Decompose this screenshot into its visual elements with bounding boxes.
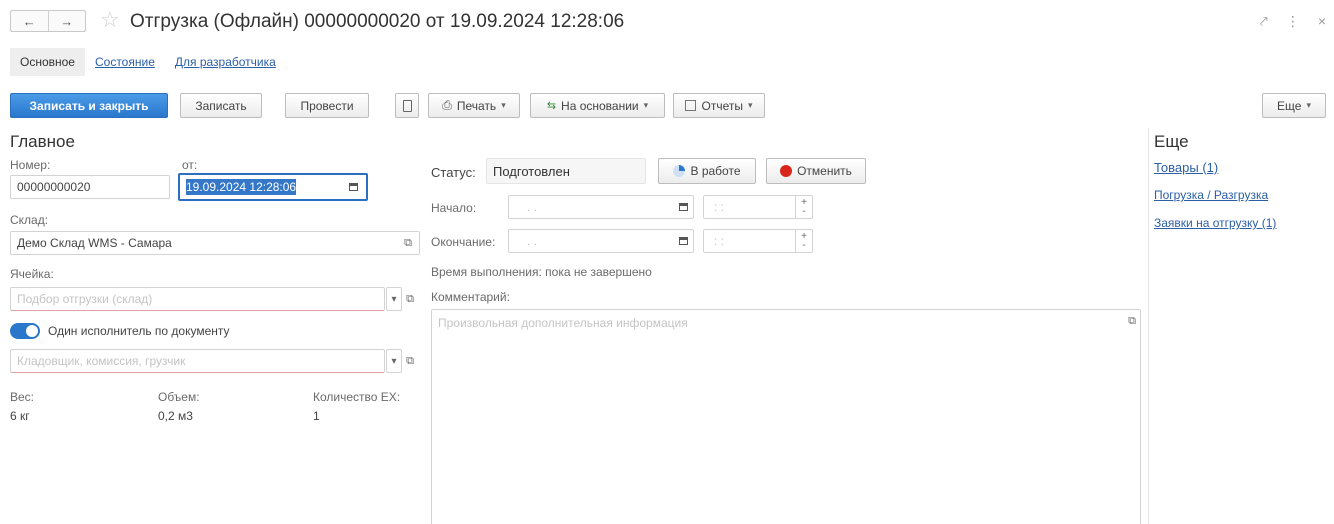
tab-status[interactable]: Состояние — [85, 48, 165, 76]
chevron-down-icon: ▾ — [643, 100, 649, 110]
tab-bar: Основное Состояние Для разработчика — [10, 48, 286, 76]
column-divider — [1148, 128, 1149, 524]
save-button[interactable]: Записать — [180, 93, 262, 118]
single-executor-toggle[interactable] — [10, 323, 40, 339]
comment-placeholder: Произвольная дополнительная информация — [438, 316, 688, 330]
tab-main[interactable]: Основное — [10, 48, 85, 76]
weight-label: Вес: — [10, 390, 35, 404]
duration-text: Время выполнения: пока не завершено — [431, 265, 652, 279]
cell-label: Ячейка: — [10, 267, 54, 281]
number-field[interactable]: 00000000020 — [10, 175, 170, 199]
open-link-icon[interactable]: ⧉ — [400, 349, 420, 373]
end-date-field[interactable]: . . — [508, 229, 694, 253]
save-and-close-label: Записать и закрыть — [29, 98, 149, 113]
start-label: Начало: — [431, 201, 477, 215]
calendar-icon[interactable] — [673, 195, 693, 219]
volume-value: 0,2 м3 — [158, 409, 193, 423]
page-title: Отгрузка (Офлайн) 00000000020 от 19.09.2… — [130, 11, 625, 32]
in-work-button[interactable]: В работе — [658, 158, 756, 184]
stop-icon — [780, 165, 793, 177]
save-and-close-button[interactable]: Записать и закрыть — [10, 93, 168, 118]
quantity-label: Количество ЕХ: — [313, 390, 401, 404]
end-label: Окончание: — [431, 235, 496, 249]
side-link-goods[interactable]: Товары (1) — [1154, 160, 1218, 175]
save-label: Записать — [195, 98, 247, 113]
report-icon — [685, 100, 697, 111]
chevron-down-icon: ▾ — [501, 100, 506, 110]
calendar-icon[interactable] — [343, 175, 363, 199]
favorite-star-icon[interactable]: ☆ — [100, 8, 120, 32]
status-value: Подготовлен — [486, 158, 646, 184]
document-icon — [402, 99, 412, 112]
in-work-label: В работе — [690, 164, 741, 178]
comment-field[interactable]: Произвольная дополнительная информация — [431, 309, 1141, 524]
date-value: 19.09.2024 12:28:06 — [186, 179, 297, 195]
single-executor-label: Один исполнитель по документу — [48, 324, 230, 338]
warehouse-label: Склад: — [10, 213, 49, 227]
side-section-title: Еще — [1154, 132, 1189, 151]
reports-button[interactable]: Отчеты ▾ — [673, 93, 765, 118]
post-label: Провести — [300, 98, 354, 113]
side-link-loading[interactable]: Погрузка / Разгрузка — [1154, 188, 1268, 202]
close-icon[interactable]: × — [1318, 13, 1326, 30]
main-section-title: Главное — [10, 132, 75, 151]
more-menu-icon[interactable]: ⋮ — [1286, 13, 1300, 30]
navigation-buttons: ← → — [10, 10, 86, 32]
post-button[interactable]: Провести — [285, 93, 369, 118]
cancel-label: Отменить — [797, 164, 852, 178]
based-on-icon: ⇆ — [546, 100, 557, 112]
window-controls: ⤤ ⋮ × — [1260, 13, 1326, 30]
spinner-down-icon: - — [802, 206, 806, 217]
number-label: Номер: — [10, 158, 51, 172]
date-label: от: — [182, 158, 198, 172]
volume-label: Объем: — [158, 390, 200, 404]
print-label: Печать — [456, 98, 497, 113]
weight-value: 6 кг — [10, 409, 30, 423]
chevron-down-icon: ▾ — [391, 355, 397, 367]
forward-button[interactable]: → — [49, 11, 86, 31]
link-icon[interactable]: ⤤ — [1260, 13, 1268, 30]
document-list-button[interactable] — [395, 93, 419, 118]
warehouse-field[interactable]: Демо Склад WMS - Самара — [10, 231, 420, 255]
cancel-button[interactable]: Отменить — [766, 158, 866, 184]
open-link-icon[interactable]: ⧉ — [398, 231, 418, 255]
based-on-button[interactable]: ⇆ На основании ▾ — [530, 93, 665, 118]
chevron-down-icon: ▾ — [747, 100, 753, 110]
chevron-down-icon: ▾ — [1306, 100, 1311, 110]
start-date-field[interactable]: . . — [508, 195, 694, 219]
chevron-down-icon: ▾ — [391, 293, 397, 305]
end-time-spinner[interactable]: + - — [795, 229, 813, 253]
open-link-icon[interactable]: ⧉ — [400, 287, 420, 311]
more-button[interactable]: Еще ▾ — [1262, 93, 1326, 118]
back-button[interactable]: ← — [11, 11, 49, 31]
side-link-requests[interactable]: Заявки на отгрузку (1) — [1154, 216, 1276, 230]
tab-developer[interactable]: Для разработчика — [165, 48, 286, 76]
more-label: Еще — [1277, 98, 1302, 113]
based-on-label: На основании — [561, 98, 639, 113]
executor-field[interactable]: Кладовщик, комиссия, грузчик — [10, 349, 385, 373]
status-label: Статус: — [431, 165, 476, 180]
print-button[interactable]: ⎙ Печать ▾ — [428, 93, 520, 118]
open-link-icon[interactable]: ⧉ — [1122, 309, 1142, 333]
printer-icon: ⎙ — [442, 98, 452, 112]
reports-label: Отчеты — [701, 98, 743, 113]
calendar-icon[interactable] — [673, 229, 693, 253]
pie-icon — [673, 165, 686, 177]
cell-field[interactable]: Подбор отгрузки (склад) — [10, 287, 385, 311]
spinner-down-icon: - — [802, 240, 806, 251]
comment-label: Комментарий: — [431, 290, 510, 304]
start-time-spinner[interactable]: + - — [795, 195, 813, 219]
quantity-value: 1 — [313, 409, 320, 423]
date-field[interactable]: 19.09.2024 12:28:06 — [178, 173, 368, 201]
